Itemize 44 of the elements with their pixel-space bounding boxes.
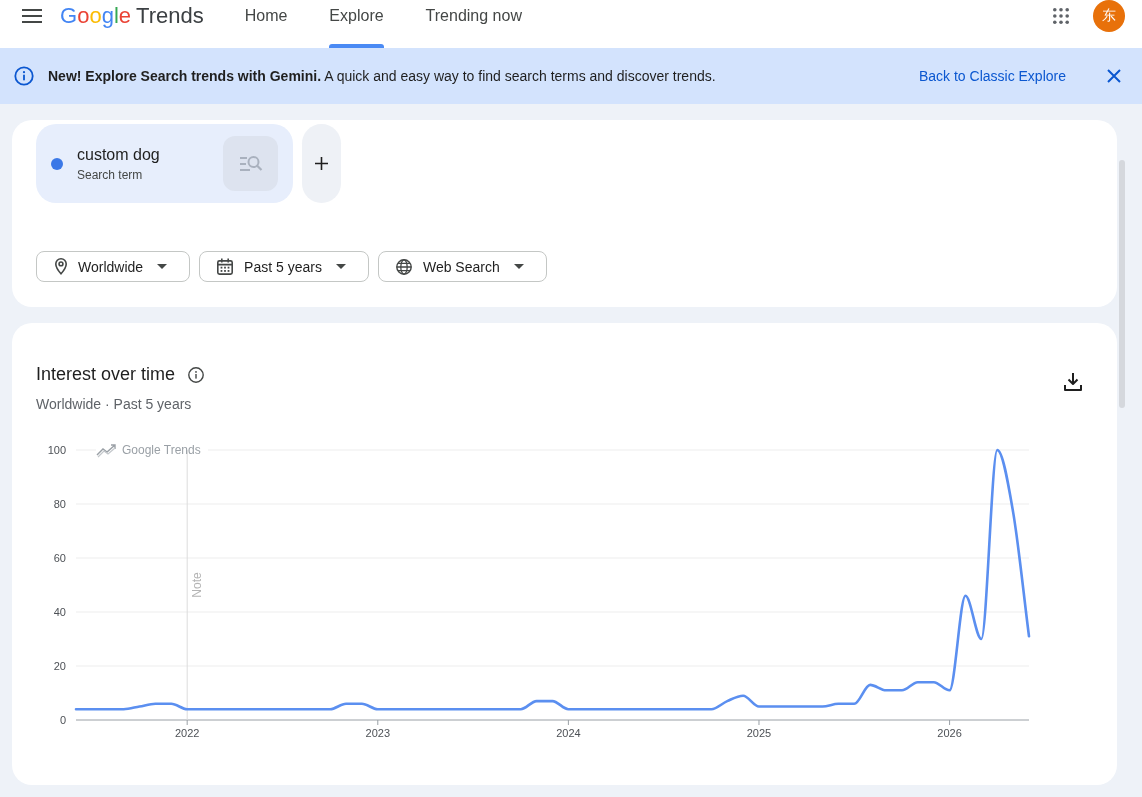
filter-dropdown[interactable]: Web Search — [377, 251, 547, 282]
nav-tab[interactable]: Trending now — [425, 0, 522, 48]
product-name[interactable]: Trends — [136, 0, 204, 32]
scrollbar[interactable] — [1119, 160, 1125, 408]
plus-icon — [315, 157, 328, 170]
filter-dropdown[interactable]: Worldwide — [36, 251, 191, 282]
calendar-icon — [217, 258, 234, 275]
nav-tab[interactable]: Explore — [329, 0, 384, 48]
list-search-icon — [238, 155, 263, 172]
pin-icon — [55, 258, 67, 275]
info-icon — [14, 66, 34, 86]
classic-explore-link[interactable]: Back to Classic Explore — [918, 68, 1066, 84]
term-name: custom dog — [77, 144, 160, 165]
y-axis-label: 100 — [47, 444, 66, 456]
caret-icon — [513, 264, 524, 269]
close-icon[interactable] — [1107, 69, 1121, 83]
x-axis-label: 2023 — [365, 727, 391, 739]
search-term-chip[interactable]: custom dog Search term — [36, 124, 293, 203]
y-axis-label: 20 — [53, 660, 66, 672]
term-type: Search term — [77, 166, 144, 183]
x-axis-label: 2022 — [174, 727, 200, 739]
chart-subtitle: Worldwide · Past 5 years — [36, 395, 193, 414]
caret-icon — [157, 264, 168, 269]
download-icon[interactable] — [1064, 372, 1082, 391]
logo-wordmark[interactable]: Google — [60, 0, 131, 32]
globe-icon — [395, 258, 412, 275]
y-axis-label: 60 — [53, 552, 66, 564]
x-axis-label: 2024 — [556, 727, 581, 739]
banner-message: New! Explore Search trends with Gemini. A quick and easy way to find search terms and discover trends. — [48, 68, 716, 84]
chart-brand-label: Google Trends — [122, 443, 201, 457]
menu-icon[interactable] — [22, 9, 42, 23]
reference-line-label: Note — [190, 572, 205, 598]
caret-icon — [335, 264, 346, 269]
chart-title: Interest over time — [36, 363, 176, 386]
apps-grid-icon[interactable] — [1053, 8, 1069, 24]
x-axis-label: 2025 — [746, 727, 772, 739]
nav-tab[interactable]: Home — [244, 0, 288, 48]
y-axis-label: 40 — [53, 606, 66, 618]
x-axis-label: 2026 — [937, 727, 962, 739]
y-axis-label: 0 — [59, 714, 66, 726]
filter-dropdown[interactable]: Past 5 years — [199, 251, 369, 282]
trending-icon — [96, 444, 116, 458]
info-icon[interactable] — [188, 367, 205, 383]
y-axis-label: 80 — [53, 498, 66, 510]
